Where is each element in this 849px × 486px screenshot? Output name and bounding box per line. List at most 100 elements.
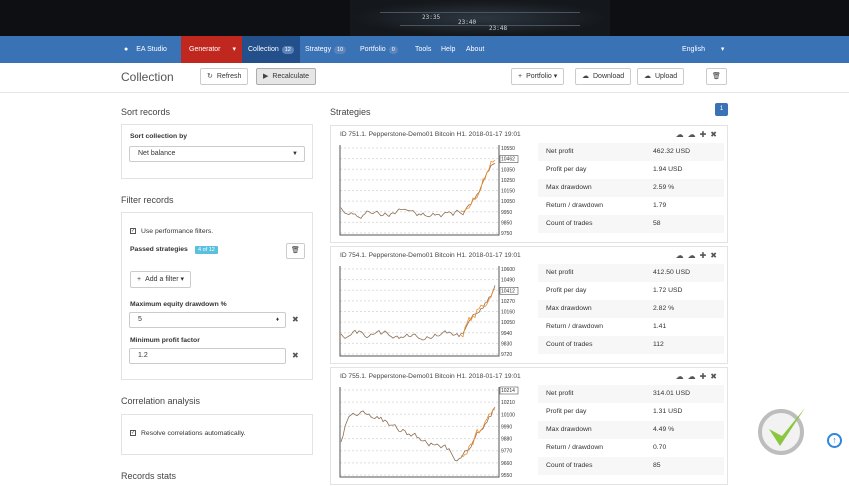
nav-ea-studio-label: EA Studio xyxy=(136,46,167,53)
trash-icon: 🗑 xyxy=(291,247,300,254)
add-filter-button[interactable]: + Add a filter ▾ xyxy=(130,271,192,288)
cloud-upload-icon[interactable]: ☁ xyxy=(688,372,700,381)
stat-value: 1.94 USD xyxy=(653,166,683,173)
sort-select[interactable]: Net balance ▼ xyxy=(129,146,305,162)
nav-ea-studio[interactable]: ● EA Studio xyxy=(124,36,167,63)
add-icon[interactable]: ✚ xyxy=(700,130,711,139)
download-button[interactable]: ☁ Download xyxy=(575,68,632,85)
strategy-stats-table: Net profit 314.01 USD Profit per day 1.31 U… xyxy=(538,385,724,475)
axis-tick-label: 10050 xyxy=(501,320,515,326)
stats-row: Return / drawdown 0.70 xyxy=(538,439,724,457)
stat-label: Max drawdown xyxy=(546,184,592,191)
header-banner: 23:35 23:40 23:48 xyxy=(0,0,849,36)
use-filters-label: Use performance filters. xyxy=(141,228,214,235)
strategy-card[interactable]: ID 755.1. Pepperstone-Demo01 Bitcoin H1.… xyxy=(330,367,728,485)
chevron-down-icon: ▾ xyxy=(553,73,558,80)
page-number[interactable]: 1 xyxy=(715,103,728,116)
cloud-upload-icon[interactable]: ☁ xyxy=(688,251,700,260)
chart-frame xyxy=(339,266,500,357)
sort-select-value: Net balance xyxy=(138,150,176,157)
play-icon: ▶ xyxy=(263,73,269,80)
strategy-stats-table: Net profit 412.50 USD Profit per day 1.72 U… xyxy=(538,264,724,354)
cloud-download-icon[interactable]: ☁ xyxy=(676,251,688,260)
scroll-top-button[interactable]: ↑ xyxy=(827,433,842,448)
delete-collection-button[interactable]: 🗑 xyxy=(706,68,727,85)
axis-tick-label: 10150 xyxy=(501,189,515,195)
nav-strategy[interactable]: Strategy 10 xyxy=(305,36,347,63)
resolve-correlations-checkbox[interactable]: ✓ xyxy=(130,430,136,436)
equity-chart: 10550 10462 10350 10250 10150 10050 9950 9850 97… xyxy=(339,145,519,237)
navbar: ● EA Studio Generator ▾ Collection 12 Str… xyxy=(0,36,849,63)
use-filters-checkbox[interactable]: ✓ xyxy=(130,228,136,234)
close-icon[interactable]: ✖ xyxy=(710,130,721,139)
nav-help[interactable]: Help xyxy=(441,36,455,63)
stat-label: Count of trades xyxy=(546,220,593,227)
upload-label: Upload xyxy=(655,73,678,80)
stat-label: Return / drawdown xyxy=(546,444,604,451)
remove-filter-icon[interactable]: ✖ xyxy=(292,315,299,324)
stat-value: 2.82 % xyxy=(653,305,675,312)
nav-collection-badge: 12 xyxy=(281,46,294,54)
add-icon[interactable]: ✚ xyxy=(700,372,711,381)
stats-row: Profit per day 1.72 USD xyxy=(538,282,724,300)
ea-studio-icon: ● xyxy=(124,46,129,53)
clear-filters-button[interactable]: 🗑 xyxy=(286,243,305,259)
recalculate-button[interactable]: ▶ Recalculate xyxy=(256,68,316,85)
remove-filter-icon[interactable]: ✖ xyxy=(292,351,299,360)
stat-value: 1.72 USD xyxy=(653,287,683,294)
stats-row: Profit per day 1.31 USD xyxy=(538,403,724,421)
spinner-icon: ♦ xyxy=(275,317,279,323)
filter-panel: ✓ Use performance filters. Passed strate… xyxy=(121,212,313,380)
strategy-card[interactable]: ID 754.1. Pepperstone-Demo01 Bitcoin H1.… xyxy=(330,246,728,364)
cloud-download-icon[interactable]: ☁ xyxy=(676,372,688,381)
nav-about[interactable]: About xyxy=(466,36,484,63)
stat-label: Profit per day xyxy=(546,408,587,415)
cloud-download-icon[interactable]: ☁ xyxy=(676,130,688,139)
axis-tick-label: 10550 xyxy=(501,146,515,152)
axis-tick-label: 9550 xyxy=(501,473,512,479)
portfolio-button[interactable]: + Portfolio ▾ xyxy=(511,68,565,85)
min-profit-factor-input[interactable]: 1.2 xyxy=(129,348,286,364)
nav-portfolio-label: Portfolio xyxy=(360,46,386,53)
stat-value: 85 xyxy=(653,462,661,469)
stat-label: Count of trades xyxy=(546,462,593,469)
chevron-down-icon: ▾ xyxy=(720,46,725,53)
close-icon[interactable]: ✖ xyxy=(710,372,721,381)
recalculate-label: Recalculate xyxy=(272,73,309,80)
close-icon[interactable]: ✖ xyxy=(710,251,721,260)
filter-heading: Filter records xyxy=(121,195,174,205)
min-profit-factor-label: Minimum profit factor xyxy=(130,337,200,344)
nav-portfolio[interactable]: Portfolio 0 xyxy=(360,36,398,63)
nav-portfolio-badge: 0 xyxy=(388,46,398,54)
correlation-heading: Correlation analysis xyxy=(121,396,201,406)
max-drawdown-value: 5 xyxy=(138,316,142,323)
stats-row: Max drawdown 2.82 % xyxy=(538,300,724,318)
stats-row: Net profit 462.32 USD xyxy=(538,143,724,161)
nav-language[interactable]: English ▾ xyxy=(682,36,724,63)
nav-collection[interactable]: Collection 12 xyxy=(242,36,300,63)
nav-generator[interactable]: Generator ▾ xyxy=(181,36,242,63)
max-drawdown-input[interactable]: 5 ♦ xyxy=(129,312,286,328)
page-title: Collection xyxy=(121,70,174,84)
nav-tools[interactable]: Tools xyxy=(415,36,431,63)
sort-heading: Sort records xyxy=(121,107,171,117)
stat-label: Max drawdown xyxy=(546,426,592,433)
cloud-upload-icon[interactable]: ☁ xyxy=(688,130,700,139)
axis-tick-label: 9950 xyxy=(501,210,512,216)
strategy-stats-table: Net profit 462.32 USD Profit per day 1.94 U… xyxy=(538,143,724,233)
banner-line xyxy=(380,12,580,13)
upload-button[interactable]: ☁ Upload xyxy=(637,68,685,85)
sort-panel: Sort collection by Net balance ▼ xyxy=(121,124,313,179)
axis-tick-label: 10050 xyxy=(501,199,515,205)
axis-tick-label: 10250 xyxy=(501,178,515,184)
strategy-title: ID 751.1. Pepperstone-Demo01 Bitcoin H1.… xyxy=(340,131,521,138)
cloud-download-icon: ☁ xyxy=(582,73,589,80)
stats-row: Return / drawdown 1.41 xyxy=(538,318,724,336)
passed-strategies-label: Passed strategies xyxy=(130,246,188,253)
refresh-button[interactable]: ↻ Refresh xyxy=(200,68,249,85)
axis-tick-label: 9940 xyxy=(501,331,512,337)
strategy-card[interactable]: ID 751.1. Pepperstone-Demo01 Bitcoin H1.… xyxy=(330,125,728,243)
axis-tick-label: 9660 xyxy=(501,461,512,467)
add-icon[interactable]: ✚ xyxy=(700,251,711,260)
stats-row: Profit per day 1.94 USD xyxy=(538,161,724,179)
